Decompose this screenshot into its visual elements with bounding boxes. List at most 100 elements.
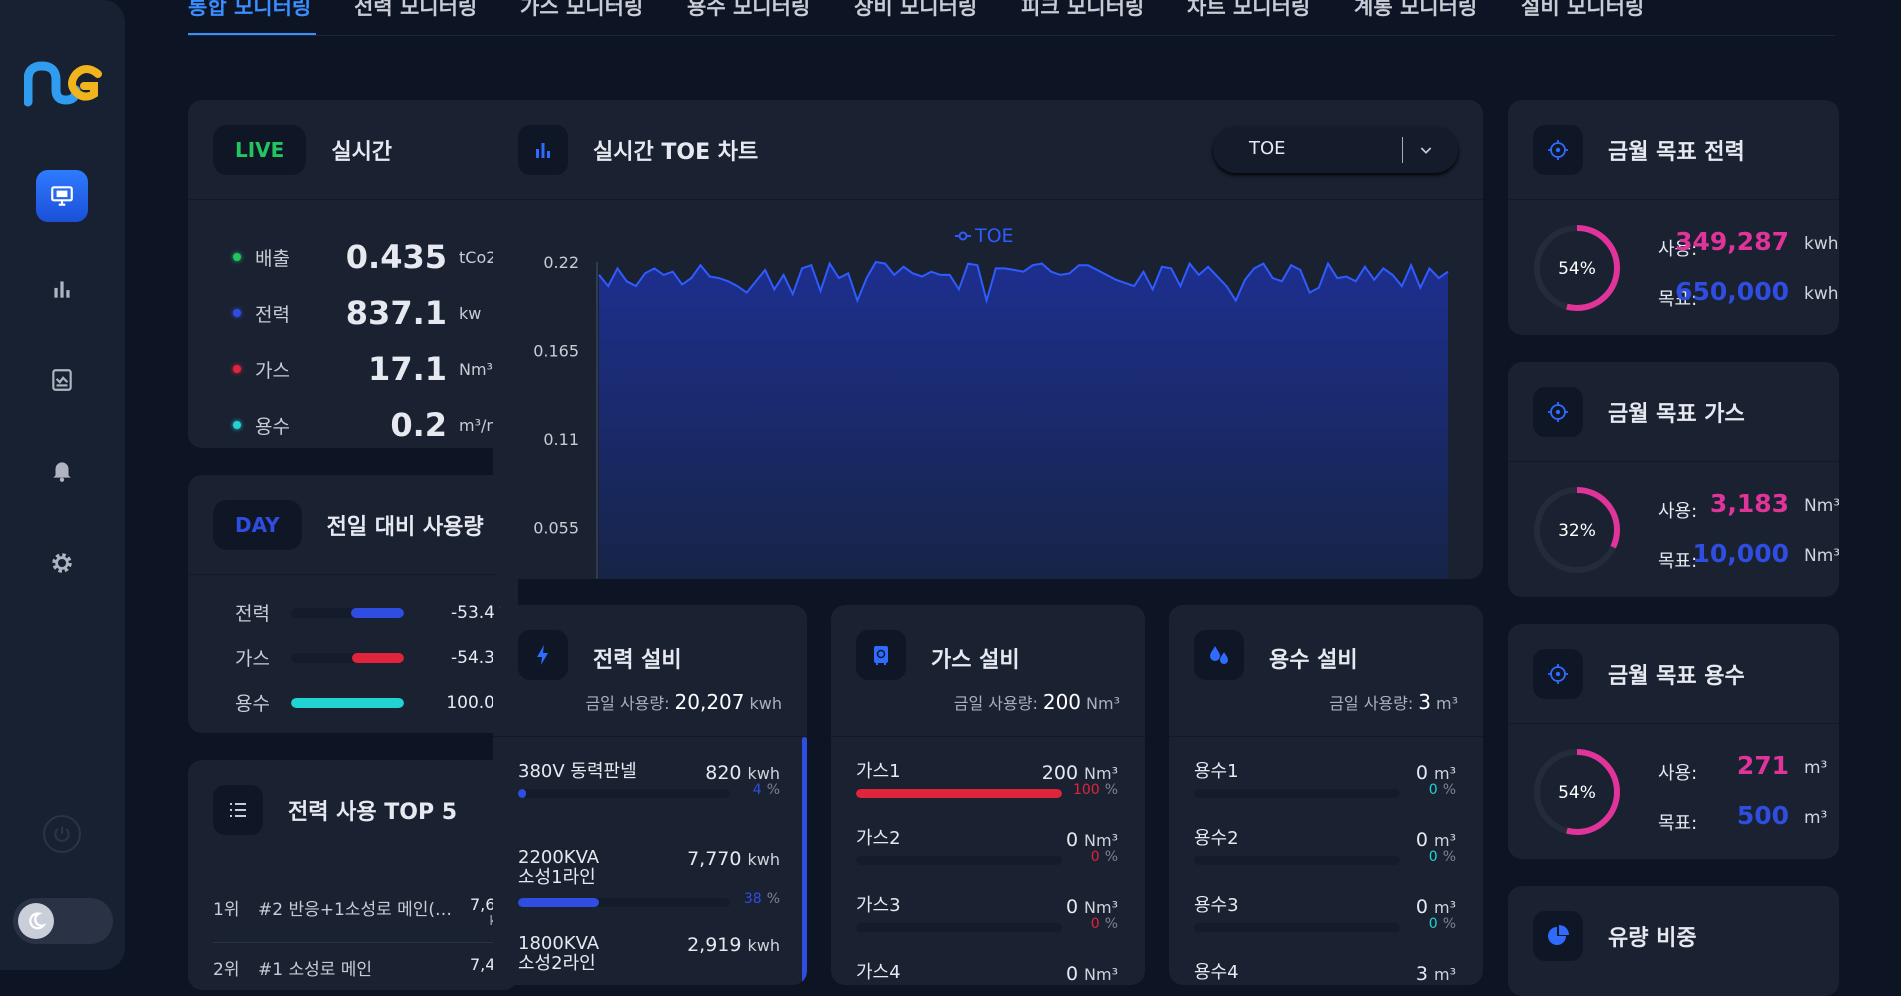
power-icon (54, 826, 70, 842)
equip-row-value-wrap: 3 m³ (1416, 963, 1456, 985)
nav-settings[interactable] (36, 537, 88, 589)
equip-row-percent: 100% (1073, 782, 1118, 798)
live-row-label: 용수 (255, 415, 290, 438)
day-badge: DAY (213, 499, 302, 550)
live-row: 전력 837.1 kw (233, 294, 518, 332)
target-used-unit: kwh (1804, 234, 1839, 254)
theme-toggle[interactable] (13, 898, 113, 944)
top5-row[interactable]: 2위#1 소성로 메인7,468 (213, 955, 518, 980)
equip-row-unit: kwh (747, 850, 781, 869)
tab-water[interactable]: 용수 모니터링 (687, 0, 810, 21)
equip-row-bar (856, 789, 1062, 798)
equip-row-percent-sign: % (766, 891, 780, 907)
lightning-icon (518, 630, 568, 680)
equip-row[interactable]: 가스4 0 Nm³ (856, 963, 1118, 986)
tab-facility[interactable]: 설비 모니터링 (1521, 0, 1644, 21)
day-row-bar-fill (350, 607, 404, 618)
equip-today-unit: Nm³ (1086, 694, 1120, 713)
day-row: 용수100.0% (235, 689, 511, 716)
equip-row[interactable]: 용수2 0 m³ 0% (1194, 829, 1456, 896)
tab-peak[interactable]: 피크 모니터링 (1021, 0, 1144, 21)
equip-row-name: 가스2 (856, 828, 901, 849)
series-select[interactable]: TOE (1213, 127, 1458, 173)
target-used-value: 3,183 (1709, 489, 1789, 518)
nav-report[interactable] (36, 354, 88, 406)
chevron-down-icon (1420, 147, 1432, 154)
y-tick-label: 0.22 (543, 253, 579, 272)
target-water-card: 금월 목표 용수 54% 사용: 271 m³ 목표: 500 m³ (1508, 624, 1839, 859)
equip-row-name: 가스3 (856, 895, 901, 916)
top5-title: 전력 사용 TOP 5 (288, 800, 458, 825)
bar-chart-icon (518, 124, 568, 175)
equip-row-percent-value: 0 (1090, 916, 1100, 932)
equip-row-percent-sign: % (1104, 916, 1118, 932)
target-goal-value: 10,000 (1692, 539, 1789, 568)
nav-chart[interactable] (36, 263, 88, 315)
live-row: 배출 0.435 tCo2 (233, 238, 518, 276)
equip-row-percent-sign: % (766, 782, 780, 798)
equip-today: 금일 사용량: 20,207 kwh (585, 690, 782, 714)
day-title: 전일 대비 사용량 (326, 514, 484, 540)
equip-row[interactable]: 가스1 200 Nm³ 100% (856, 762, 1118, 829)
top5-row[interactable]: 1위#2 반응+1소성로 메인(…7,605kwh (213, 895, 518, 929)
live-title: 실시간 (331, 139, 393, 165)
equip-row[interactable]: 2200KVA 소성1라인 7,770 kwh 38% (518, 848, 780, 934)
equip-row-unit: kwh (747, 936, 781, 955)
equip-row-percent-value: 0 (1428, 916, 1438, 932)
tab-chart[interactable]: 차트 모니터링 (1187, 0, 1310, 21)
tab-power[interactable]: 전력 모니터링 (354, 0, 477, 21)
tab-gas[interactable]: 가스 모니터링 (520, 0, 643, 21)
target-used-label: 사용: (1658, 501, 1698, 522)
status-dot (233, 253, 241, 261)
live-badge: LIVE (213, 124, 307, 175)
ratio-title: 유량 비중 (1608, 926, 1697, 951)
list-icon (213, 785, 263, 835)
top5-divider (213, 942, 518, 943)
equip-row-unit: m³ (1434, 764, 1456, 783)
equip-row[interactable]: 1800KVA 소성2라인 2,919 kwh (518, 934, 780, 985)
live-row-value: 17.1 (368, 350, 447, 388)
equip-scrollbar[interactable] (802, 737, 807, 985)
equip-row-bar (856, 923, 1062, 932)
top-tabs: 통합 모니터링 전력 모니터링 가스 모니터링 용수 모니터링 장비 모니터링 … (188, 0, 1835, 36)
equip-title: 용수 설비 (1269, 648, 1358, 673)
tab-equipment[interactable]: 장비 모니터링 (854, 0, 977, 21)
status-dot (233, 309, 241, 317)
equip-row-percent: 0% (1091, 849, 1118, 865)
equip-row[interactable]: 용수1 0 m³ 0% (1194, 762, 1456, 829)
tab-integrated[interactable]: 통합 모니터링 (188, 0, 311, 21)
top5-card: 전력 사용 TOP 5 1위#2 반응+1소성로 메인(…7,605kwh 2위#… (188, 760, 518, 990)
equip-row[interactable]: 가스2 0 Nm³ 0% (856, 829, 1118, 896)
equip-title: 전력 설비 (593, 648, 682, 673)
power-button[interactable] (43, 815, 81, 853)
day-row-label: 용수 (235, 693, 270, 715)
equip-row-percent-sign: % (1104, 782, 1118, 798)
target-used-unit: m³ (1804, 758, 1828, 778)
equip-row[interactable]: 용수4 3 m³ (1194, 963, 1456, 986)
target-icon (1533, 386, 1583, 437)
equip-row-name: 가스1 (856, 761, 901, 782)
equip-row-name: 용수2 (1194, 828, 1239, 849)
target-gas-card: 금월 목표 가스 32% 사용: 3,183 Nm³ 목표: 10,000 Nm³ (1508, 362, 1839, 597)
equip-row-bar-fill (518, 898, 599, 907)
water-drops-icon (1194, 630, 1244, 680)
equip-row[interactable]: 380V 동력판넬 820 kwh 4% (518, 762, 780, 848)
target-title: 금월 목표 가스 (1608, 401, 1745, 427)
equip-row[interactable]: 가스3 0 Nm³ 0% (856, 896, 1118, 963)
y-tick-label: 0.11 (543, 430, 579, 449)
equip-today-label: 금일 사용량: (953, 694, 1038, 713)
nav-monitor[interactable] (36, 170, 88, 222)
gear-icon (52, 553, 72, 573)
chart-legend[interactable]: TOE (955, 225, 1014, 247)
tab-grid[interactable]: 계통 모니터링 (1354, 0, 1477, 21)
flow-ratio-card: 유량 비중 (1508, 886, 1839, 996)
equip-row-value-wrap: 0 Nm³ (1066, 829, 1118, 851)
nav-alerts[interactable] (36, 444, 88, 496)
status-dot (233, 421, 241, 429)
target-goal-unit: m³ (1804, 808, 1828, 828)
equip-row-bar (518, 898, 730, 907)
day-row-bar (291, 652, 404, 663)
equip-row-unit: Nm³ (1084, 965, 1118, 984)
toe-chart-card: 실시간 TOE 차트 TOE 0.220.1650.110.055011:101… (493, 100, 1483, 579)
equip-row[interactable]: 용수3 0 m³ 0% (1194, 896, 1456, 963)
